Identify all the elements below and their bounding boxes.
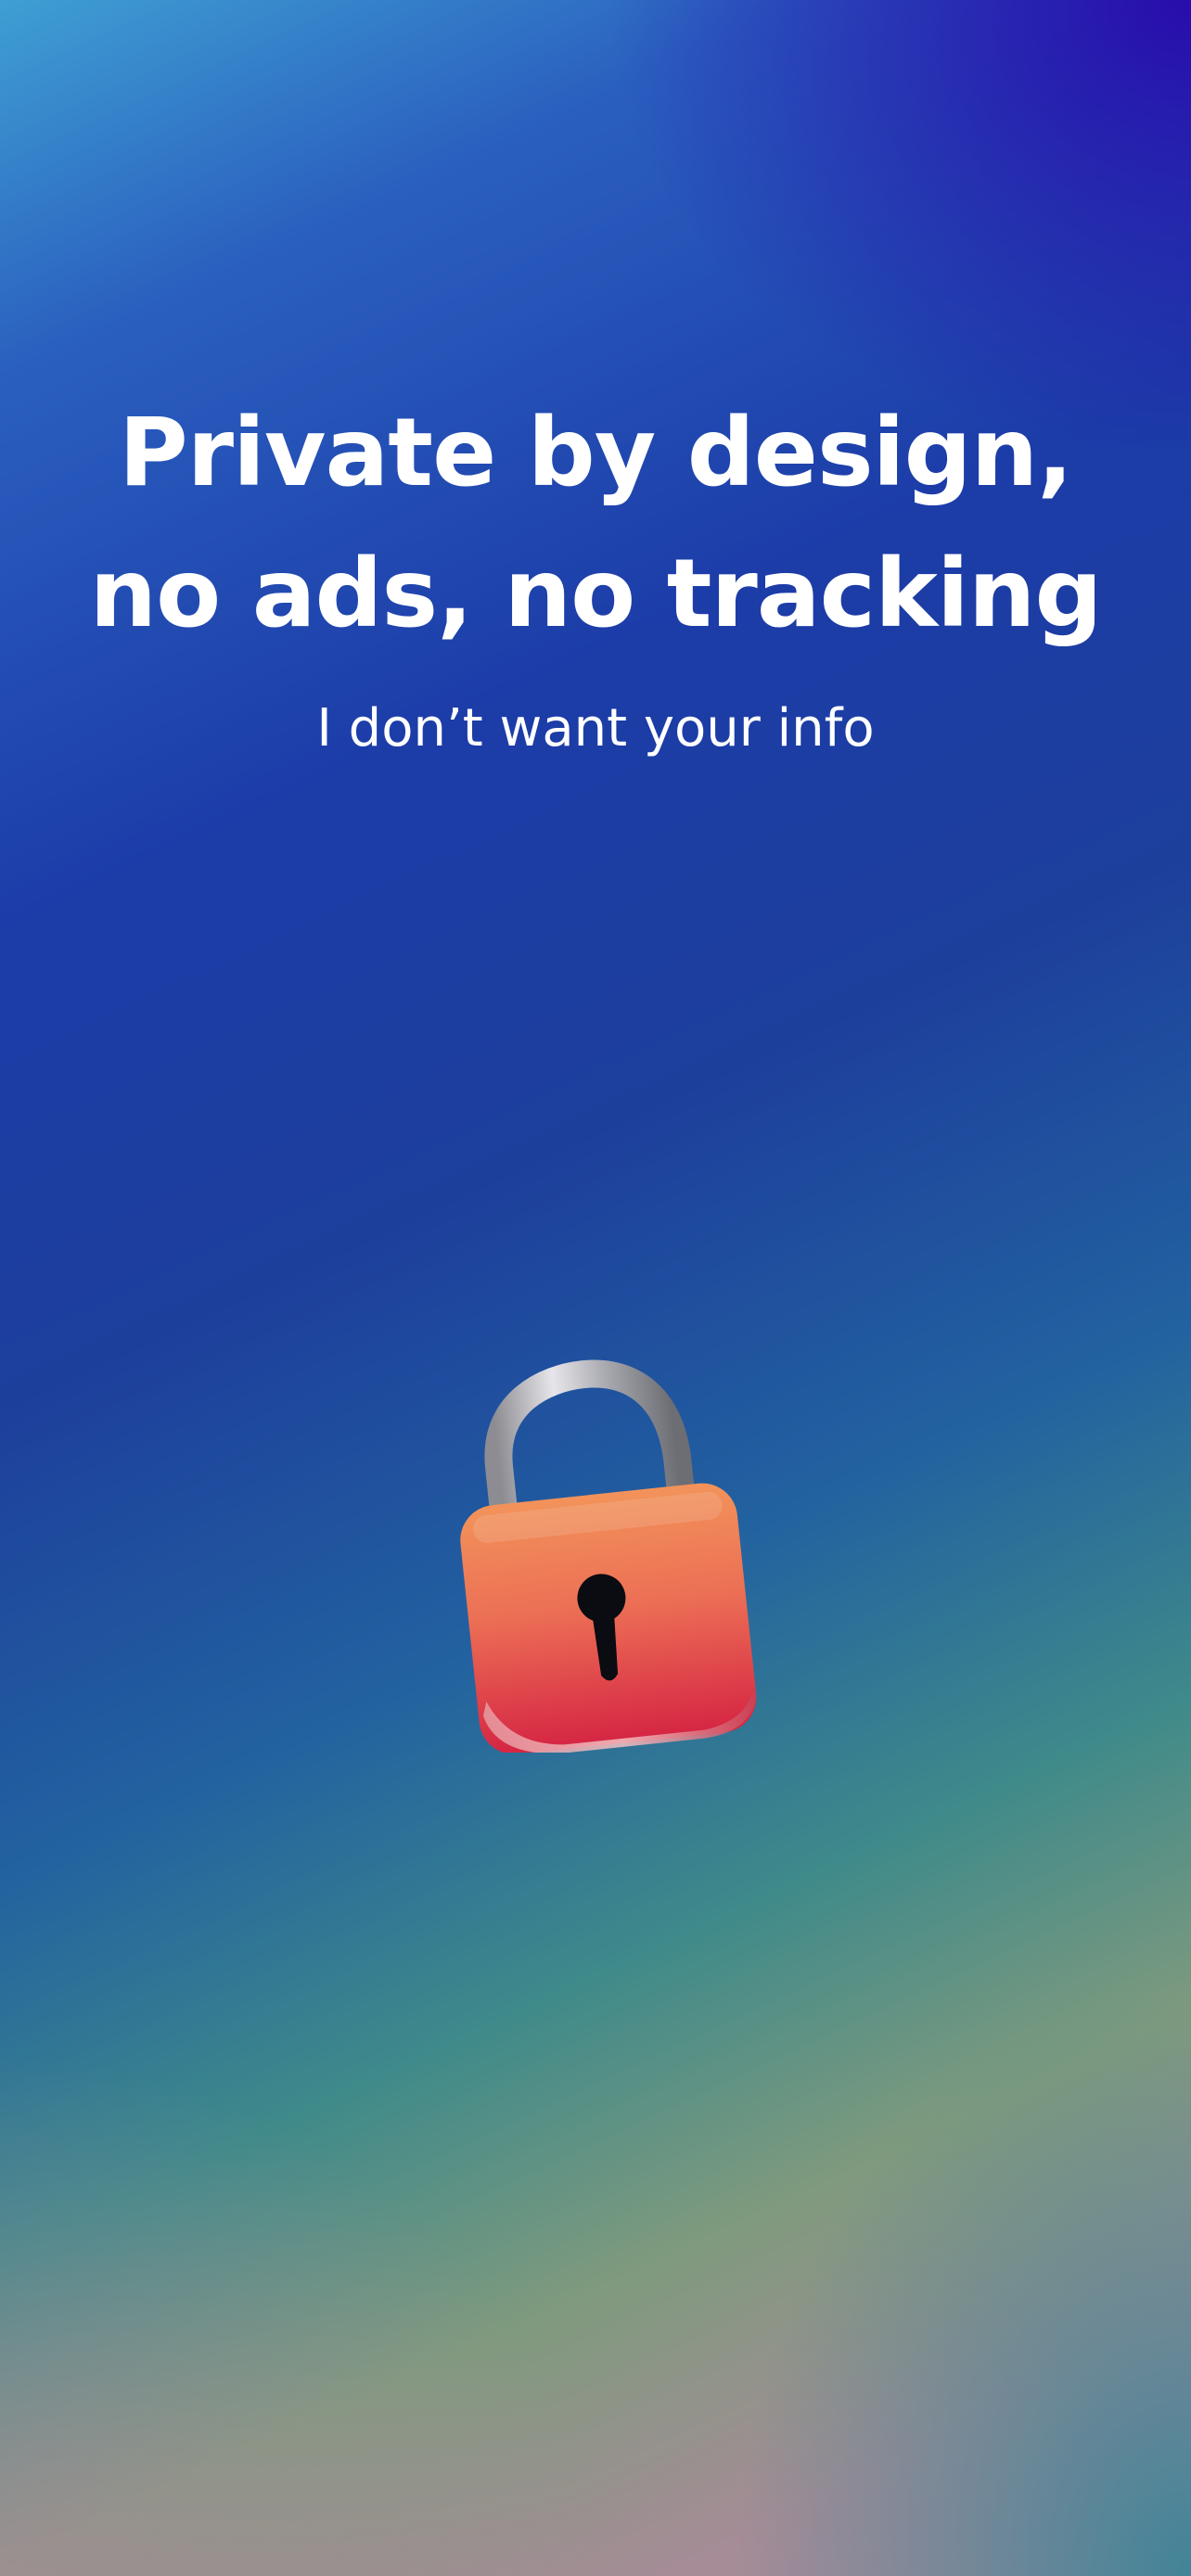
headline: Private by design, no ads, no tracking bbox=[0, 383, 1191, 665]
headline-line-1: Private by design, bbox=[118, 398, 1073, 509]
headline-line-2: no ads, no tracking bbox=[89, 539, 1103, 650]
subtitle: I don’t want your info bbox=[316, 698, 875, 759]
onboarding-screen: Private by design, no ads, no tracking I… bbox=[0, 0, 1191, 2576]
padlock-icon bbox=[436, 1345, 788, 1754]
